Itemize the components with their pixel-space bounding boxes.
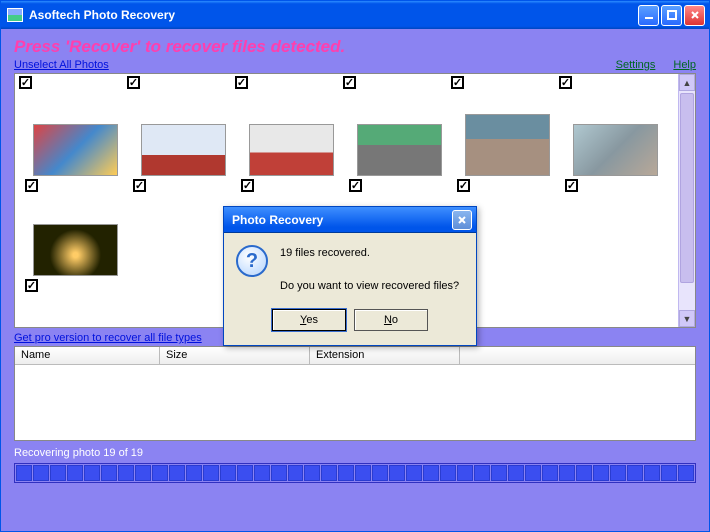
column-extension[interactable]: Extension [310, 347, 460, 364]
dialog-text: 19 files recovered. Do you want to view … [280, 245, 459, 295]
help-link[interactable]: Help [673, 59, 696, 71]
thumbnail-row-0-checks [19, 76, 675, 89]
thumbnail-image [33, 224, 118, 276]
thumbnail-checkbox[interactable] [559, 76, 572, 89]
thumbnail[interactable] [241, 124, 341, 192]
column-name[interactable]: Name [15, 347, 160, 364]
thumbnail[interactable] [133, 124, 233, 192]
settings-link[interactable]: Settings [616, 59, 656, 71]
dialog-buttons: Yes No [224, 309, 476, 345]
unselect-all-link[interactable]: Unselect All Photos [14, 59, 109, 71]
yes-button[interactable]: Yes [272, 309, 346, 331]
thumbnail[interactable] [25, 224, 125, 292]
scroll-track[interactable] [679, 91, 695, 310]
thumbnail-image [141, 124, 226, 176]
scroll-up-button[interactable]: ▲ [679, 74, 695, 91]
progress-bar [14, 463, 696, 483]
dialog-title: Photo Recovery [232, 213, 323, 227]
thumbnail-checkbox[interactable] [457, 179, 470, 192]
thumbnail-checkbox[interactable] [349, 179, 362, 192]
thumbnail-checkbox[interactable] [235, 76, 248, 89]
scroll-down-button[interactable]: ▼ [679, 310, 695, 327]
minimize-button[interactable] [638, 5, 659, 26]
window-controls [638, 5, 705, 26]
no-button[interactable]: No [354, 309, 428, 331]
thumbnail[interactable] [349, 124, 449, 192]
titlebar: Asoftech Photo Recovery [1, 1, 709, 29]
thumbnail-checkbox[interactable] [127, 76, 140, 89]
thumbnail-checkbox[interactable] [25, 279, 38, 292]
question-icon: ? [236, 245, 268, 277]
thumbnail[interactable] [25, 124, 125, 192]
scroll-thumb[interactable] [680, 93, 694, 283]
thumbnail-checkbox[interactable] [25, 179, 38, 192]
thumbnail[interactable] [565, 124, 665, 192]
thumbnail-checkbox[interactable] [133, 179, 146, 192]
thumbnail-checkbox[interactable] [451, 76, 464, 89]
main-window: Asoftech Photo Recovery Press 'Recover' … [0, 0, 710, 532]
status-text: Recovering photo 19 of 19 [4, 441, 706, 463]
thumbnail-image [357, 124, 442, 176]
dialog-line2: Do you want to view recovered files? [280, 278, 459, 295]
thumbnail[interactable] [457, 114, 557, 192]
vertical-scrollbar[interactable]: ▲ ▼ [678, 74, 695, 327]
link-bar: Unselect All Photos Settings Help [4, 59, 706, 73]
file-list[interactable]: Name Size Extension [14, 346, 696, 441]
thumbnail-checkbox[interactable] [19, 76, 32, 89]
list-header: Name Size Extension [15, 347, 695, 365]
dialog-line1: 19 files recovered. [280, 245, 459, 262]
thumbnail-checkbox[interactable] [343, 76, 356, 89]
maximize-button[interactable] [661, 5, 682, 26]
thumbnail-checkbox[interactable] [241, 179, 254, 192]
thumbnail-image [33, 124, 118, 176]
app-icon [7, 8, 23, 22]
window-title: Asoftech Photo Recovery [29, 8, 638, 22]
thumbnail-checkbox[interactable] [565, 179, 578, 192]
thumbnail-image [249, 124, 334, 176]
recovery-dialog: Photo Recovery ? 19 files recovered. Do … [223, 206, 477, 346]
thumbnail-image [465, 114, 550, 176]
close-button[interactable] [684, 5, 705, 26]
dialog-body: ? 19 files recovered. Do you want to vie… [224, 233, 476, 309]
column-blank[interactable] [460, 347, 695, 364]
dialog-close-button[interactable] [452, 210, 472, 230]
instruction-text: Press 'Recover' to recover files detecte… [4, 31, 706, 59]
dialog-titlebar: Photo Recovery [224, 207, 476, 233]
column-size[interactable]: Size [160, 347, 310, 364]
thumbnail-image [573, 124, 658, 176]
pro-version-link[interactable]: Get pro version to recover all file type… [14, 332, 202, 344]
